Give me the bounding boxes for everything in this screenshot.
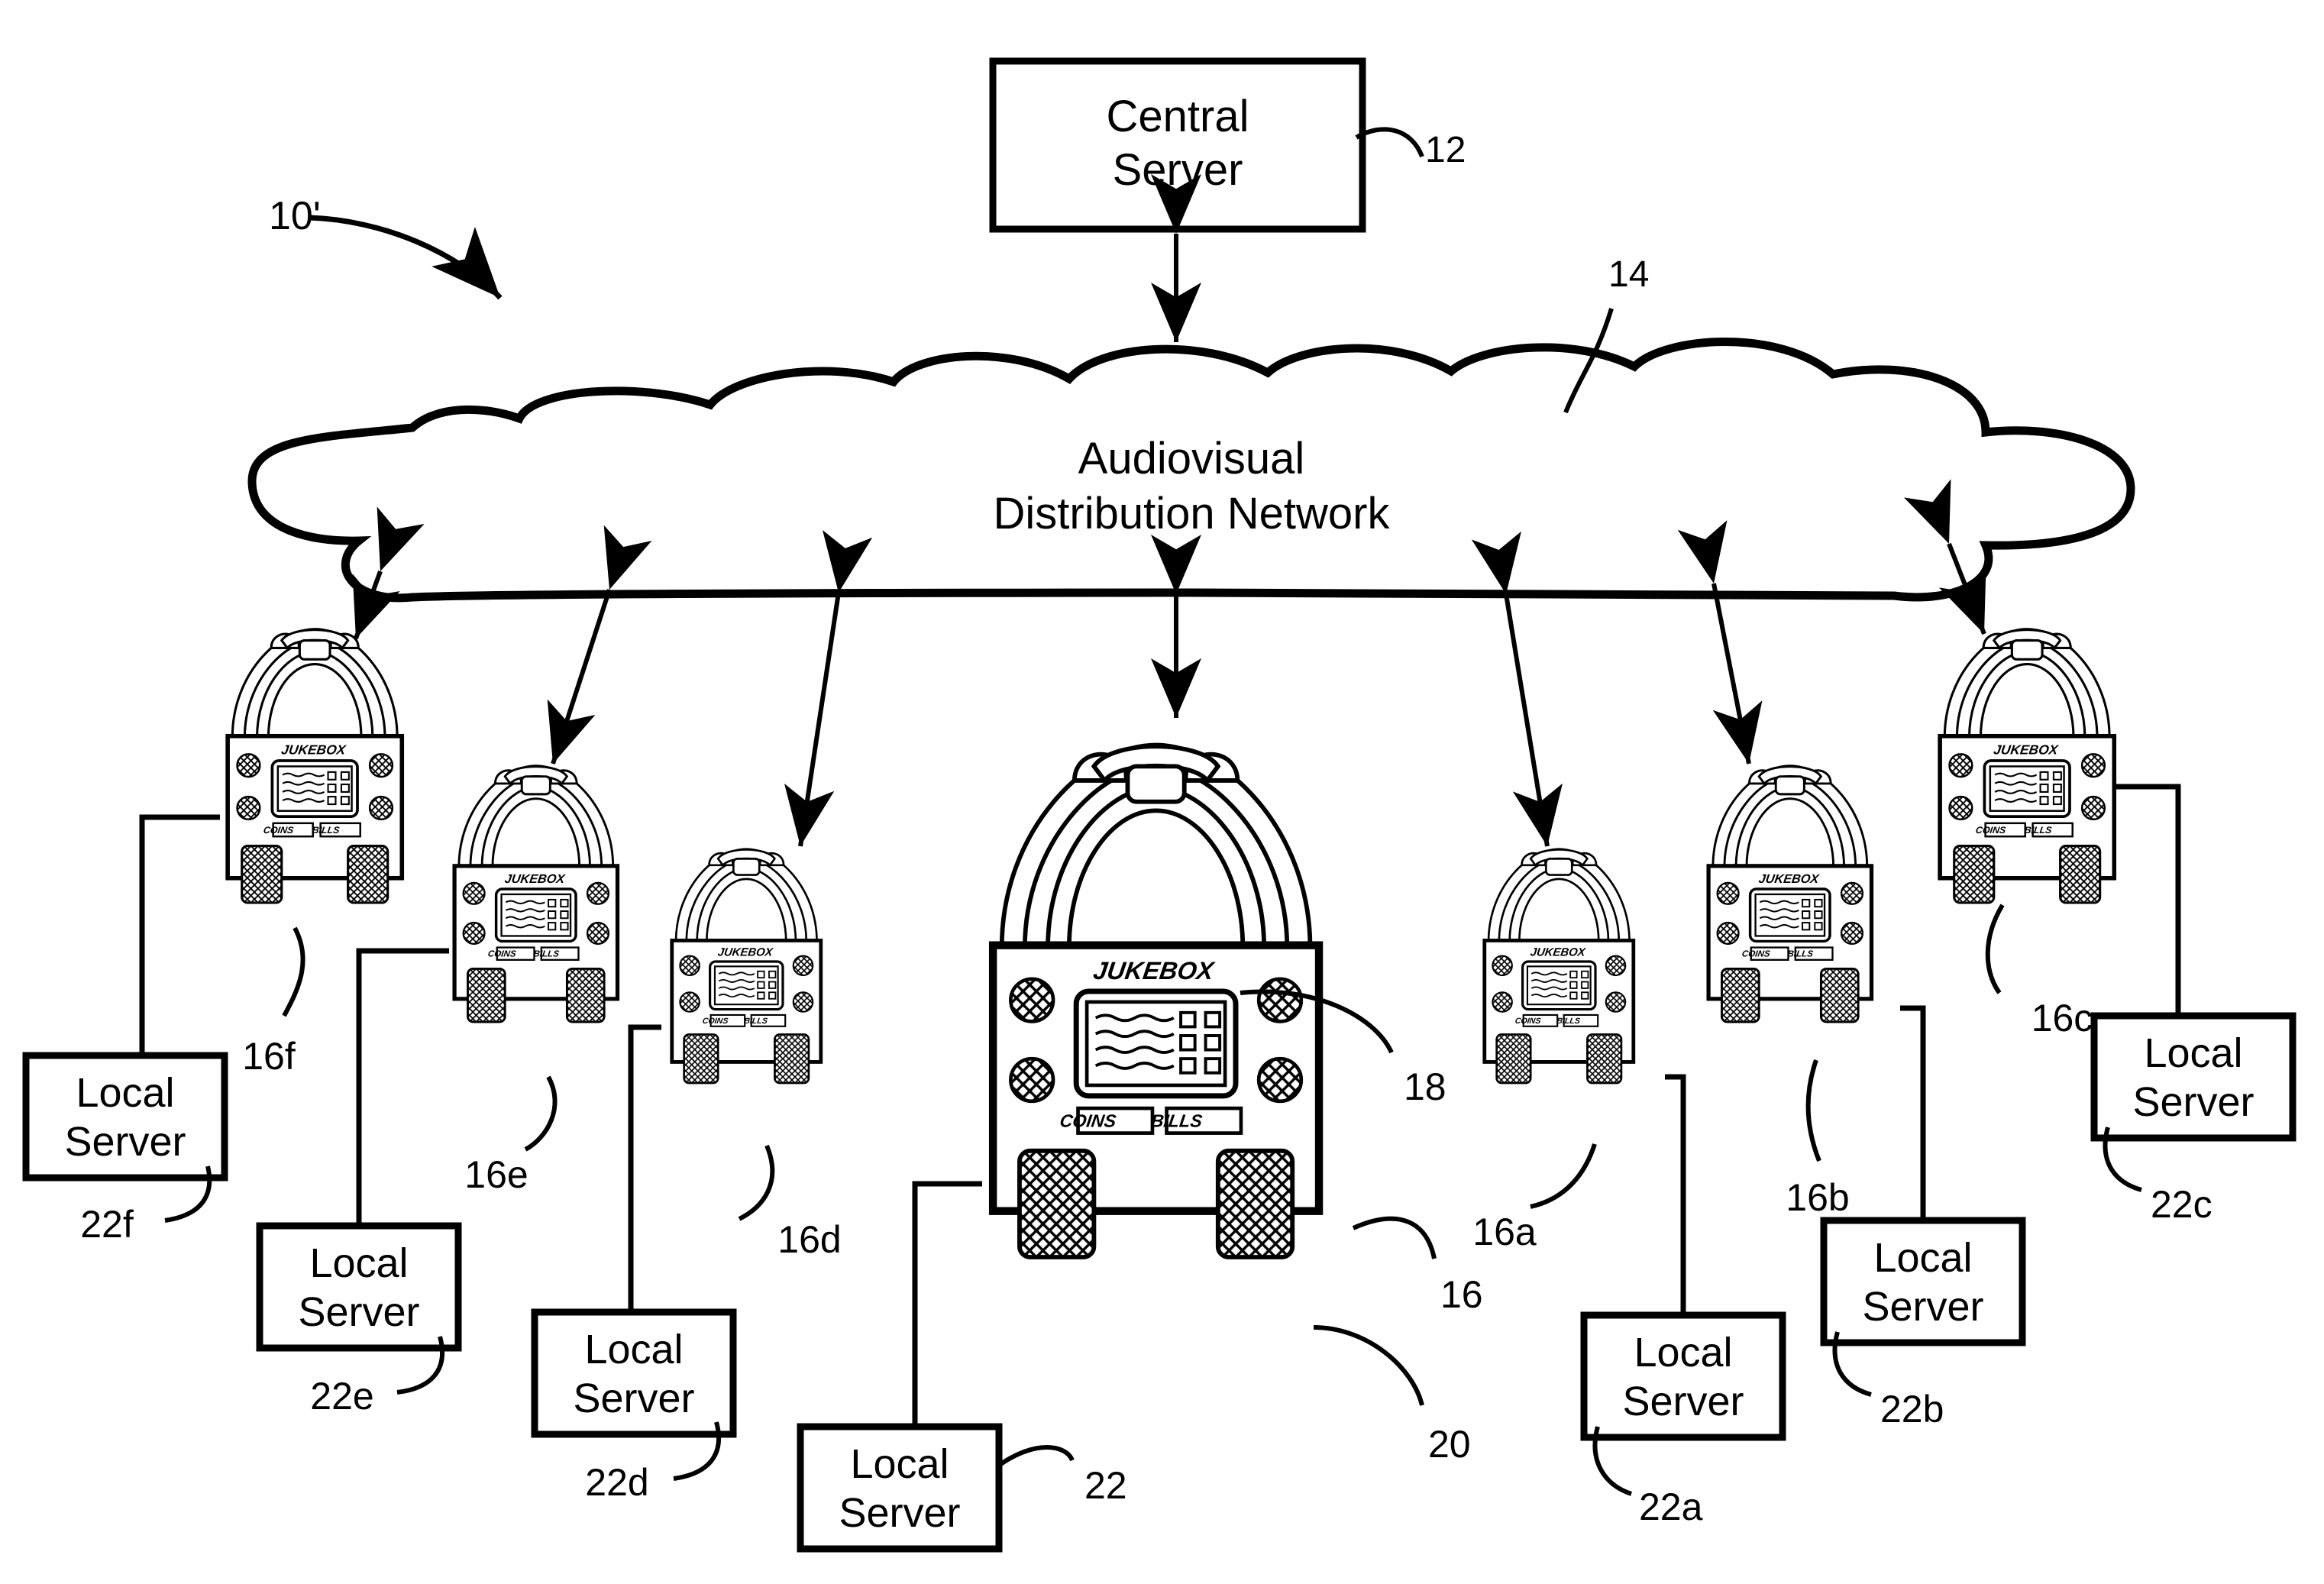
jukebox-16f-ref-leader — [282, 926, 305, 1017]
jukebox-16a-ref-leader — [1530, 1143, 1597, 1209]
display-ref-label: 18 — [1404, 1065, 1446, 1108]
local-server-22f-line2: Server — [64, 1119, 186, 1165]
local-server-22b[interactable]: Local Server 22b — [1820, 1217, 2026, 1430]
central-server-title-line2: Server — [1113, 145, 1243, 195]
local-server-22d-ref-label: 22d — [585, 1461, 648, 1504]
jukebox-16e[interactable]: 16e — [454, 766, 617, 1196]
local-server-22[interactable]: Local Server 22 — [797, 1423, 1127, 1553]
link-network-16a — [1471, 531, 1563, 847]
jukebox-16c-ref-label: 16c — [2031, 997, 2093, 1039]
local-server-22c[interactable]: Local Server 22c — [2090, 1012, 2297, 1226]
link-network-16e — [547, 525, 652, 765]
jukebox-16d-ref-leader — [738, 1144, 775, 1221]
local-server-22b-line1: Local — [1873, 1235, 1972, 1281]
local-server-22e-line2: Server — [298, 1289, 419, 1335]
local-server-22c-line1: Local — [2144, 1030, 2242, 1076]
wire-16f-22f — [139, 814, 220, 1058]
jukebox-16-main[interactable]: 18 16 20 — [993, 745, 1483, 1466]
jukebox-16b-ref-leader — [1805, 1059, 1821, 1162]
local-server-22e[interactable]: Local Server 22e — [256, 1222, 462, 1418]
local-server-22a-line2: Server — [1622, 1379, 1744, 1424]
local-server-22d[interactable]: Local Server 22d — [531, 1308, 737, 1504]
grille-ref-label: 20 — [1428, 1423, 1471, 1466]
local-server-22c-line2: Server — [2132, 1079, 2254, 1125]
cabinet-ref-leader — [1352, 1216, 1437, 1259]
audiovisual-distribution-network-cloud[interactable]: Audiovisual Distribution Network 14 — [247, 254, 2135, 603]
local-server-22f-ref-label: 22f — [80, 1203, 134, 1246]
jukebox-16c[interactable]: 16c — [1940, 629, 2114, 1039]
jukebox-16d[interactable]: 16d — [672, 849, 842, 1261]
local-server-22d-line2: Server — [573, 1375, 694, 1421]
jukebox-16e-ref-label: 16e — [464, 1153, 528, 1196]
wire-16c-22c — [2106, 784, 2181, 1020]
local-server-22-line2: Server — [839, 1490, 960, 1536]
network-ref-label: 14 — [1608, 254, 1649, 295]
central-server-title-line1: Central — [1107, 92, 1249, 141]
jukebox-16a-ref-label: 16a — [1472, 1211, 1537, 1253]
patent-figure-canvas: JUKEBOX COINS BILLS 10' Central Server 1… — [0, 0, 2324, 1584]
local-server-22e-ref-label: 22e — [310, 1375, 373, 1418]
local-server-22a[interactable]: Local Server 22a — [1580, 1311, 1786, 1528]
local-server-22d-line1: Local — [584, 1327, 683, 1372]
central-server-ref-label: 12 — [1425, 130, 1466, 170]
wire-16-22 — [912, 1181, 982, 1428]
network-title-line1: Audiovisual — [1078, 434, 1305, 483]
grille-ref-leader — [1313, 1325, 1424, 1406]
cabinet-ref-label: 16 — [1440, 1273, 1483, 1316]
jukebox-16d-ref-label: 16d — [777, 1218, 841, 1261]
central-server-node[interactable]: Central Server 12 — [989, 57, 1466, 233]
jukebox-16c-ref-leader — [1985, 904, 2005, 994]
local-server-22b-line2: Server — [1862, 1284, 1983, 1330]
jukebox-16e-ref-leader — [524, 1075, 558, 1152]
local-server-22f-line1: Local — [76, 1070, 174, 1116]
system-reference-10: 10' — [269, 194, 503, 300]
system-ref-leader — [309, 215, 503, 300]
link-network-16d — [784, 529, 873, 847]
jukebox-16f[interactable]: 16f — [228, 629, 402, 1078]
wire-16d-22d — [628, 1024, 661, 1314]
jukebox-16b[interactable]: 16b — [1708, 766, 1871, 1219]
local-server-22b-ref-label: 22b — [1880, 1388, 1944, 1430]
jukebox-16a[interactable]: 16a — [1472, 849, 1634, 1253]
local-server-22c-ref-label: 22c — [2151, 1183, 2212, 1226]
local-server-22-line1: Local — [850, 1441, 949, 1487]
wire-16b-22b — [1900, 1005, 1926, 1222]
local-server-22a-ref-label: 22a — [1639, 1485, 1703, 1528]
link-network-16b — [1677, 520, 1763, 765]
jukebox-16b-ref-label: 16b — [1786, 1176, 1849, 1219]
local-server-22-ref-label: 22 — [1084, 1464, 1127, 1507]
local-server-22f[interactable]: Local Server 22f — [22, 1052, 228, 1246]
local-server-22-ref-leader — [996, 1445, 1075, 1469]
jukebox-16f-ref-label: 16f — [242, 1035, 296, 1078]
network-title-line2: Distribution Network — [994, 489, 1391, 538]
wire-16e-22e — [356, 948, 449, 1230]
network-architecture-diagram: JUKEBOX COINS BILLS 10' Central Server 1… — [22, 57, 2297, 1553]
local-server-22e-line1: Local — [309, 1240, 408, 1286]
central-server-ref-leader — [1355, 127, 1424, 158]
wire-16a-22a — [1665, 1074, 1686, 1317]
local-server-22a-line1: Local — [1634, 1330, 1732, 1375]
